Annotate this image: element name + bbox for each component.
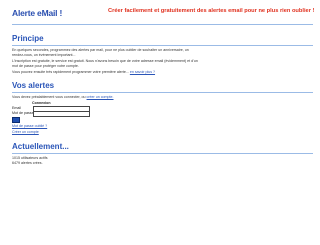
principe-paragraph-3-text: Vous pouvez ensuite très rapidement prog…	[12, 70, 129, 74]
tagline: Créer facilement et gratuitement des ale…	[108, 8, 315, 14]
learn-more-link[interactable]: en savoir plus ?	[130, 70, 155, 74]
email-label: Email	[12, 106, 21, 110]
login-heading: Connexion	[32, 101, 51, 105]
header: Alerte eMail ! Créer facilement et gratu…	[0, 0, 320, 30]
alertes-intro-text: Vous devez préalablement vous connecter,…	[12, 95, 86, 99]
actuellement-title: Actuellement...	[12, 142, 69, 151]
password-field[interactable]	[33, 111, 90, 117]
site-logo[interactable]: Alerte eMail !	[12, 8, 62, 18]
principe-paragraph-3: Vous pouvez ensuite très rapidement prog…	[12, 70, 200, 75]
alertes-title: Vos alertes	[12, 81, 55, 90]
principe-divider	[12, 45, 313, 46]
principe-paragraph-2: L'inscription est gratuite, le service e…	[12, 59, 198, 68]
header-divider	[12, 24, 313, 25]
password-label: Mot de passe	[12, 111, 34, 115]
create-account-link[interactable]: Créer un compte	[12, 130, 92, 135]
principe-title: Principe	[12, 34, 44, 43]
principe-paragraph-1: En quelques secondes, programmez des ale…	[12, 48, 189, 57]
login-button[interactable]	[12, 117, 20, 123]
alertes-divider	[12, 92, 313, 93]
forgot-password-link[interactable]: Mot de passe oublié ?	[12, 124, 92, 129]
alerts-created-count: 6479 alertes crées.	[12, 161, 43, 165]
create-account-inline-link[interactable]: créer un compte.	[87, 95, 114, 99]
actuellement-divider	[12, 153, 313, 154]
alertes-intro: Vous devez préalablement vous connecter,…	[12, 95, 212, 100]
